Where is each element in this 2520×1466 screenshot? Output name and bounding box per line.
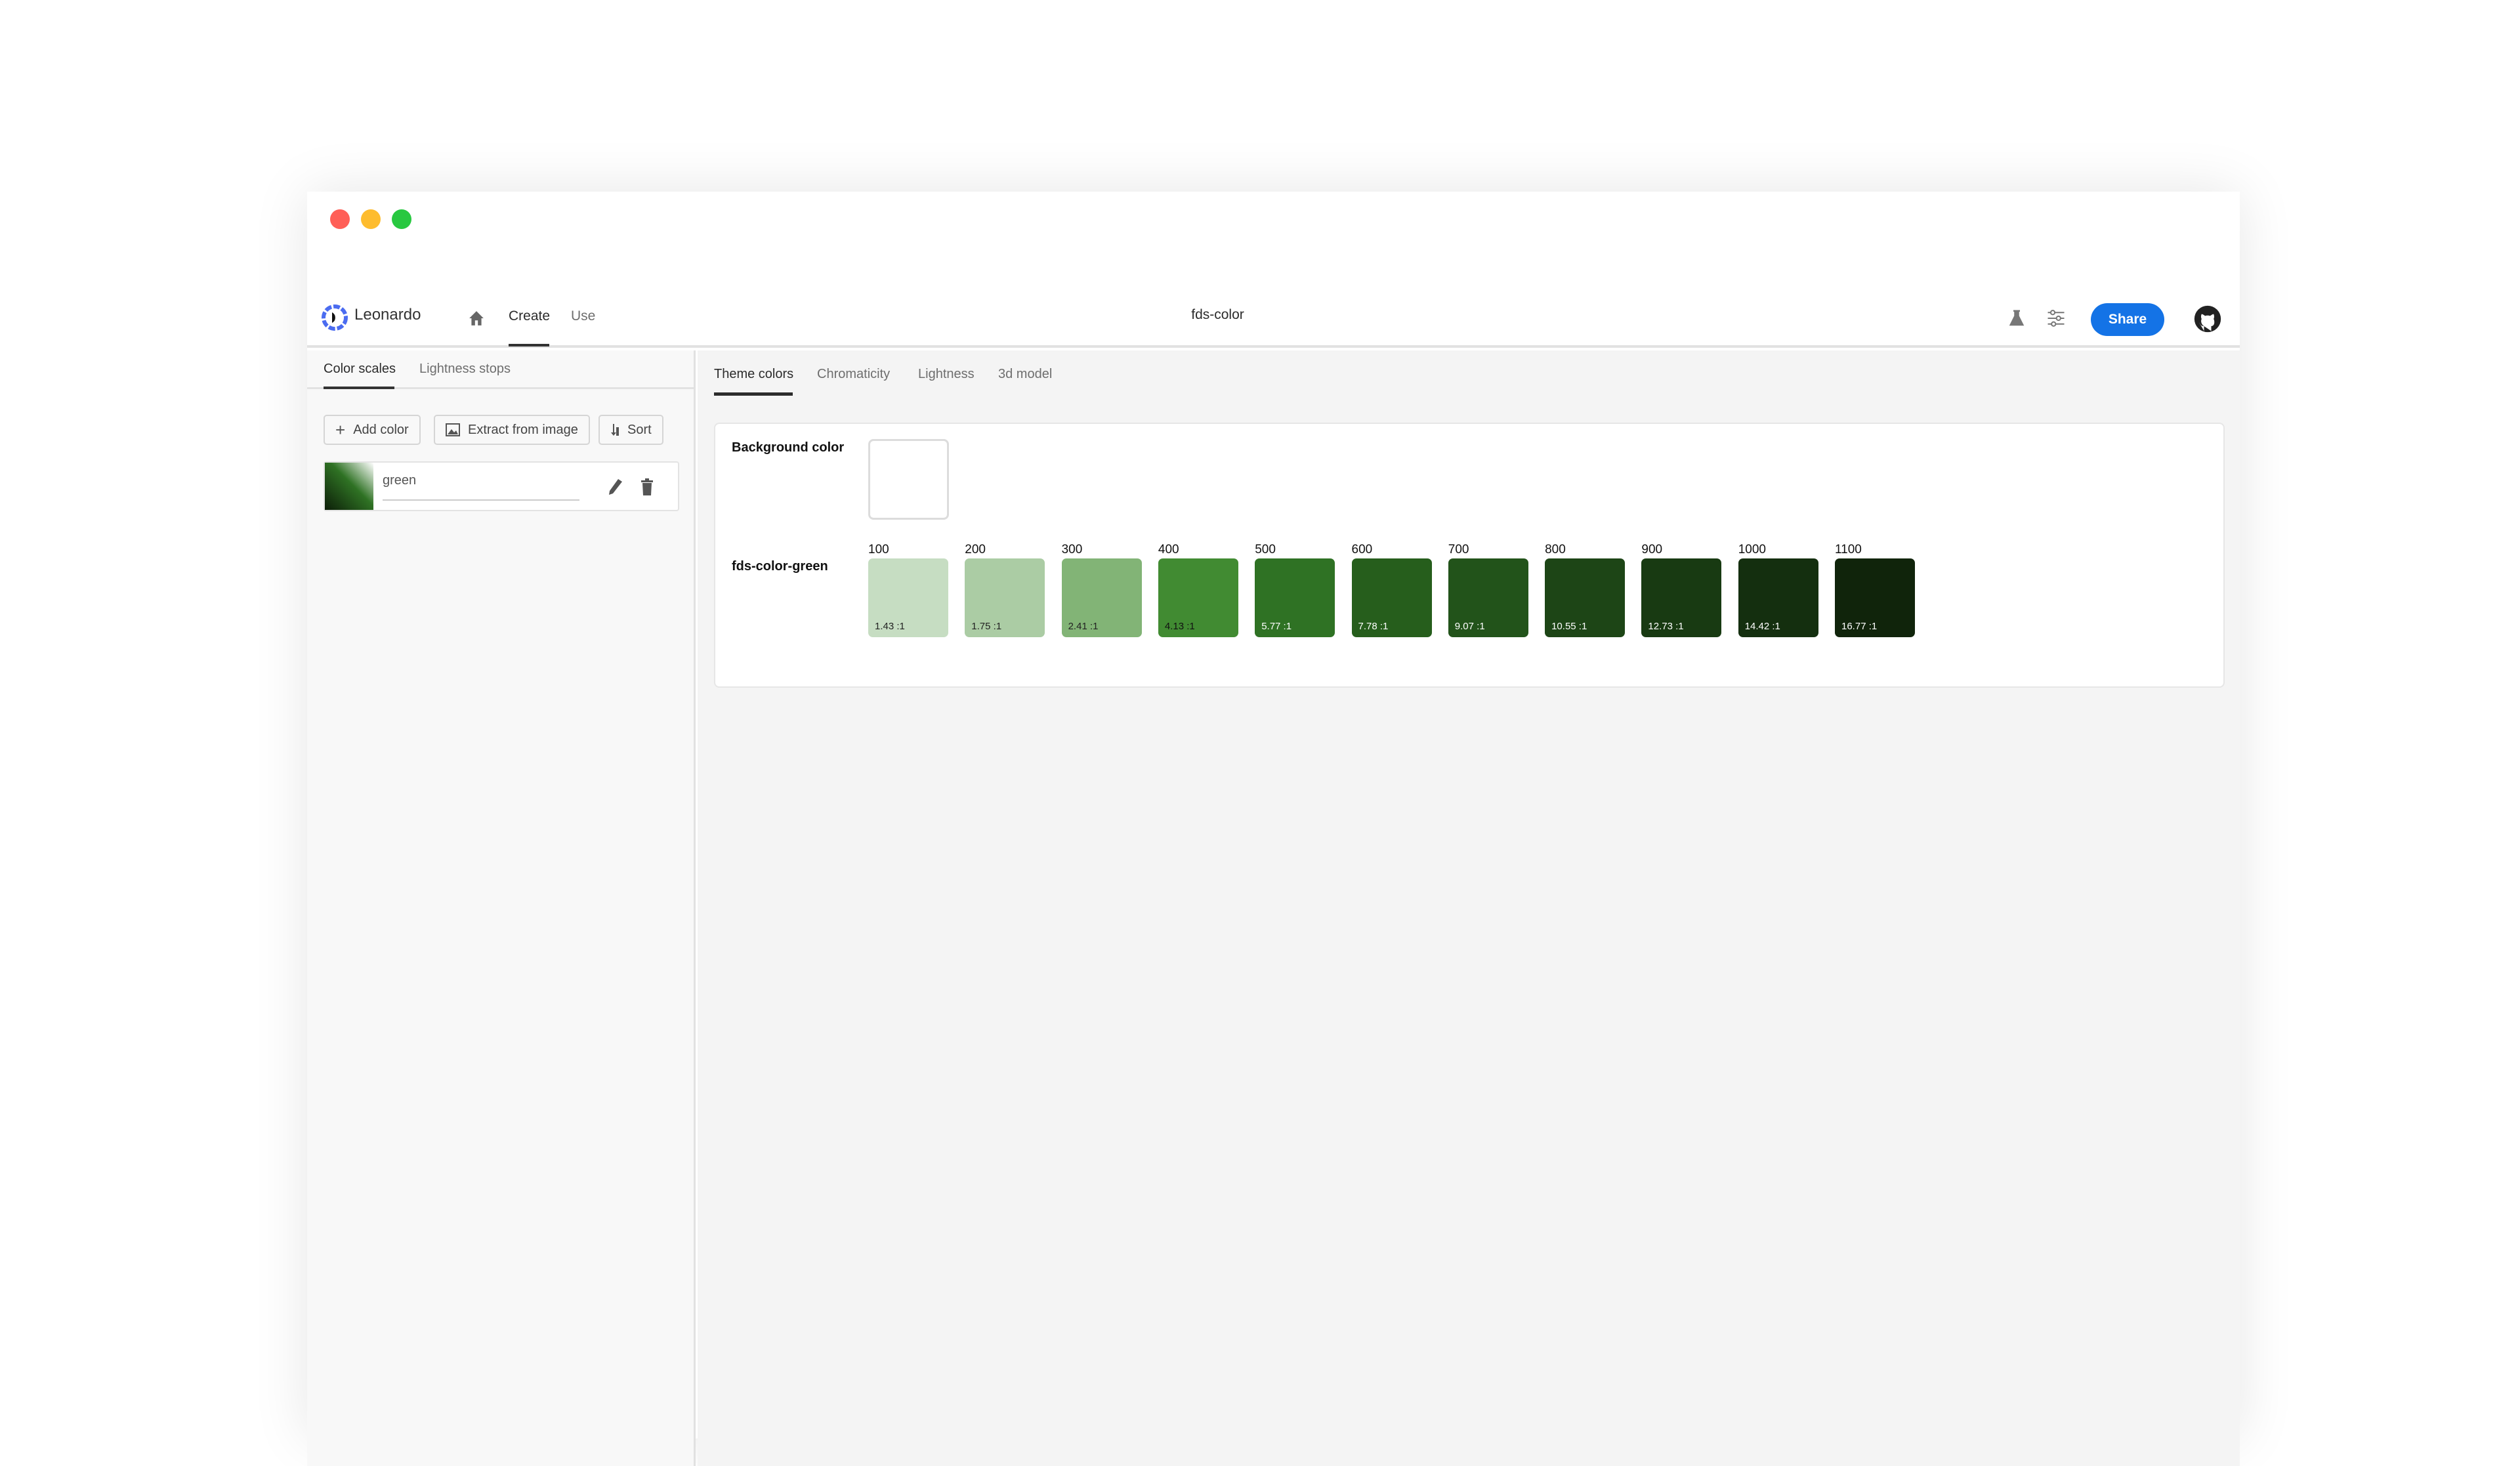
minimize-window-button[interactable] — [361, 209, 381, 229]
extract-label: Extract from image — [468, 422, 578, 437]
color-swatch[interactable]: 14.42 :1 — [1738, 558, 1818, 637]
tab-theme-colors[interactable]: Theme colors — [714, 367, 793, 382]
tab-active-indicator — [714, 392, 793, 396]
contrast-ratio: 14.42 :1 — [1744, 621, 1780, 632]
scale-gradient-preview — [325, 463, 373, 510]
color-swatch[interactable]: 5.77 :1 — [1255, 558, 1335, 637]
contrast-ratio: 10.55 :1 — [1551, 621, 1587, 632]
color-swatch[interactable]: 2.41 :1 — [1061, 558, 1142, 637]
swatch-label: 600 — [1351, 543, 1373, 556]
contrast-ratio: 7.78 :1 — [1358, 621, 1389, 632]
input-underline — [383, 499, 579, 501]
contrast-ratio: 1.43 :1 — [875, 621, 905, 632]
add-color-label: Add color — [353, 422, 409, 437]
plus-icon: + — [335, 419, 346, 440]
contrast-ratio: 12.73 :1 — [1648, 621, 1684, 632]
contrast-ratio: 1.75 :1 — [971, 621, 1002, 632]
sort-button[interactable]: Sort — [598, 415, 663, 445]
delete-trash-icon[interactable] — [640, 478, 654, 495]
swatch-label: 700 — [1448, 543, 1469, 556]
flask-icon[interactable] — [2007, 308, 2026, 328]
contrast-ratio: 9.07 :1 — [1454, 621, 1485, 632]
tab-lightness[interactable]: Lightness — [918, 367, 975, 382]
edit-pencil-icon[interactable] — [608, 478, 623, 495]
tab-3d-model[interactable]: 3d model — [998, 367, 1052, 382]
scale-name-input[interactable]: green — [383, 473, 416, 488]
tab-color-scales[interactable]: Color scales — [324, 362, 396, 377]
settings-sliders-icon[interactable] — [2046, 308, 2066, 328]
scale-label: fds-color-green — [732, 559, 828, 574]
close-window-button[interactable] — [330, 209, 350, 229]
sort-icon — [611, 424, 619, 436]
contrast-ratio: 4.13 :1 — [1164, 621, 1195, 632]
github-icon[interactable] — [2193, 304, 2222, 333]
color-scale-item[interactable]: green — [324, 461, 679, 511]
image-icon — [446, 423, 460, 436]
color-swatch[interactable]: 10.55 :1 — [1545, 558, 1626, 637]
contrast-ratio: 5.77 :1 — [1261, 621, 1292, 632]
swatch-label: 500 — [1255, 543, 1276, 556]
share-button[interactable]: Share — [2091, 303, 2164, 336]
swatch-label: 1100 — [1835, 543, 1862, 556]
sort-label: Sort — [627, 422, 652, 437]
extract-from-image-button[interactable]: Extract from image — [434, 415, 590, 445]
nav-active-indicator — [509, 344, 549, 346]
swatch-label: 1000 — [1738, 543, 1766, 556]
page-title: fds-color — [1191, 307, 1244, 322]
maximize-window-button[interactable] — [392, 209, 411, 229]
swatch-label: 200 — [965, 543, 986, 556]
color-swatch[interactable]: 12.73 :1 — [1641, 558, 1722, 637]
tab-chromaticity[interactable]: Chromaticity — [817, 367, 890, 382]
header: Leonardo Create Use fds-color Share — [307, 290, 2240, 348]
color-swatch[interactable]: 1.43 :1 — [868, 558, 948, 637]
background-color-swatch[interactable] — [868, 439, 949, 520]
app-window: Leonardo Create Use fds-color Share Colo… — [307, 192, 2240, 1466]
left-panel: Color scales Lightness stops + Add color … — [307, 350, 696, 1466]
main-panel: Theme colors Chromaticity Lightness 3d m… — [698, 350, 2240, 1466]
swatch-label: 900 — [1641, 543, 1663, 556]
swatch-label: 100 — [868, 543, 889, 556]
tab-active-indicator — [324, 387, 394, 389]
swatch-label: 800 — [1545, 543, 1566, 556]
background-color-label: Background color — [732, 440, 845, 455]
add-color-button[interactable]: + Add color — [324, 415, 421, 445]
contrast-ratio: 16.77 :1 — [1841, 621, 1878, 632]
swatch-label: 400 — [1158, 543, 1179, 556]
color-swatch[interactable]: 16.77 :1 — [1835, 558, 1915, 637]
color-swatch[interactable]: 1.75 :1 — [965, 558, 1045, 637]
color-swatch[interactable]: 9.07 :1 — [1448, 558, 1528, 637]
contrast-ratio: 2.41 :1 — [1068, 621, 1099, 632]
swatch-label: 300 — [1061, 543, 1083, 556]
tab-lightness-stops[interactable]: Lightness stops — [419, 362, 511, 377]
theme-colors-card: Background color fds-color-green 100 1.43… — [714, 423, 2225, 688]
color-swatch[interactable]: 7.78 :1 — [1351, 558, 1432, 637]
color-swatch[interactable]: 4.13 :1 — [1158, 558, 1238, 637]
